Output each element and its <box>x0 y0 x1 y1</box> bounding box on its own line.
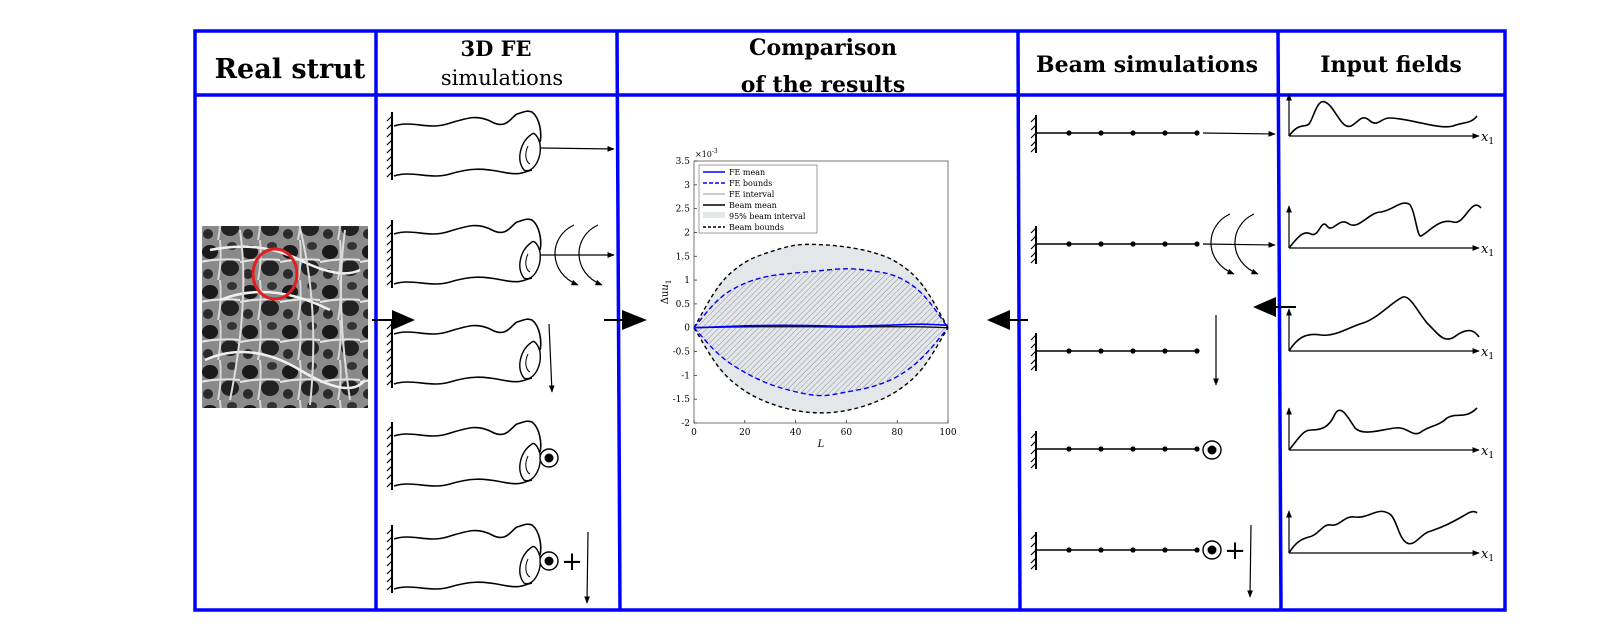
y-axis-label: Δuu1 <box>660 280 673 305</box>
x-tick-label: 0 <box>691 428 697 438</box>
input-field-plot-2: x1 <box>1286 202 1494 259</box>
x1-axis-label: x1 <box>1481 345 1494 362</box>
torsion-dot-circle-icon <box>1202 540 1222 560</box>
input-fields: x1 x1 x1 x1 x1 <box>1286 93 1494 564</box>
legend-fe-interval: FE interval <box>729 190 775 199</box>
input-field-plot-5: x1 <box>1286 510 1494 564</box>
random-field-curve <box>1288 100 1478 137</box>
y-tick-label: 1 <box>684 276 690 286</box>
fe-case-transverse-force <box>386 318 555 393</box>
plus-sign: + <box>561 547 583 577</box>
header-comparison-line2: of the results <box>741 72 905 98</box>
x-tick-label: 40 <box>790 428 802 438</box>
x1-axis-label: x1 <box>1481 130 1494 147</box>
header-fe-line2: simulations <box>441 66 563 90</box>
legend-fe-bounds: FE bounds <box>729 179 772 188</box>
torsion-dot-circle-icon <box>539 448 559 468</box>
x1-axis-label: x1 <box>1481 444 1494 461</box>
y-tick-label: 3.5 <box>676 157 691 167</box>
x-tick-label: 60 <box>841 428 853 438</box>
fe-case-bending-moment <box>386 218 615 289</box>
fe-case-axial-force <box>386 110 615 181</box>
x-tick-label: 80 <box>891 428 903 438</box>
input-field-plot-3: x1 <box>1286 296 1494 362</box>
beam-case-transverse-force <box>1030 315 1219 386</box>
y-ticks: 3.5 3 2.5 2 1.5 1 0.5 0 -0.5 -1 -1.5 -2 <box>673 157 697 429</box>
chart-legend: FE mean FE bounds FE interval Beam mean … <box>698 164 818 234</box>
header-beam: Beam simulations <box>1036 52 1258 78</box>
workflow-diagram: Real strut 3D FE simulations Comparison … <box>193 29 1507 612</box>
comparison-chart: 0 20 40 60 80 100 3.5 3 2.5 2 1.5 1 0.5 0 -0.5 -1 -1.5 -… <box>660 148 957 450</box>
random-field-curve <box>1288 407 1478 451</box>
legend-beam-mean: Beam mean <box>729 201 777 210</box>
input-field-plot-4: x1 <box>1286 407 1494 461</box>
x-axis-label: L <box>817 439 825 450</box>
x-tick-label: 20 <box>739 428 751 438</box>
x-tick-label: 100 <box>939 428 956 438</box>
input-field-plot-1: x1 <box>1286 93 1494 147</box>
y-tick-label: 2 <box>684 228 690 238</box>
y-tick-label: -1.5 <box>673 395 691 405</box>
y-tick-label: 3 <box>684 181 690 191</box>
beam-case-torsion-plus-transverse: + <box>1030 524 1253 598</box>
beam-case-torsion-moment <box>1030 430 1222 470</box>
beam-case-axial-force <box>1030 114 1276 154</box>
x1-axis-label: x1 <box>1481 547 1494 564</box>
y-tick-label: 0 <box>684 324 690 334</box>
plus-sign: + <box>1224 536 1246 566</box>
y-tick-label: -2 <box>681 419 690 429</box>
fe-case-torsion-plus-transverse: + <box>386 523 590 604</box>
header-comparison-line1: Comparison <box>749 35 897 61</box>
fe-case-torsion-moment <box>386 420 559 491</box>
torsion-dot-circle-icon <box>539 551 559 571</box>
y-tick-label: 1.5 <box>676 252 691 262</box>
header-input: Input fields <box>1320 52 1462 78</box>
legend-fe-mean: FE mean <box>729 168 765 177</box>
random-field-curve <box>1288 296 1480 352</box>
strut-micrograph <box>202 226 368 408</box>
y-tick-label: 2.5 <box>676 205 691 215</box>
y-multiplier: ×10-3 <box>695 148 718 159</box>
legend-beam-bounds: Beam bounds <box>729 223 784 232</box>
random-field-curve <box>1288 202 1482 249</box>
header-real-strut: Real strut <box>215 54 366 85</box>
y-tick-label: -1 <box>681 371 690 381</box>
x1-axis-label: x1 <box>1481 242 1494 259</box>
header-fe-line1: 3D FE <box>460 36 531 61</box>
y-tick-label: 0.5 <box>676 300 691 310</box>
random-field-curve <box>1288 510 1478 554</box>
legend-beam-interval: 95% beam interval <box>729 212 806 221</box>
beam-case-bending-moment <box>1030 214 1276 274</box>
torsion-dot-circle-icon <box>1202 440 1222 460</box>
y-tick-label: -0.5 <box>673 348 691 358</box>
